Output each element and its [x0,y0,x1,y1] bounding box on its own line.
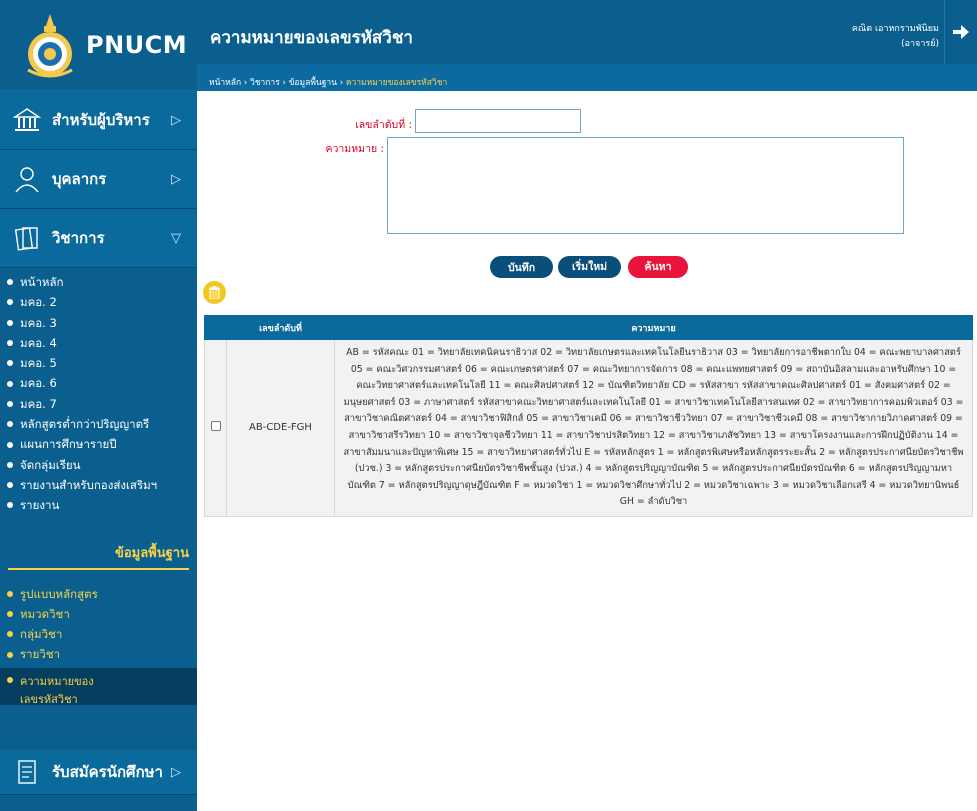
app-root: PNUCM สำหรับผู้บริหาร ▷ บุคลากร ▷ วิชากา… [0,0,977,811]
sidebar-item-subject-group[interactable]: กลุ่มวิชา [0,624,197,644]
sidebar-data-heading: ข้อมูลพื้นฐาน [114,545,189,561]
bullet-icon [7,400,13,407]
breadcrumb-separator: › [243,78,248,88]
sidebar-item-mko3[interactable]: มคอ. 3 [0,313,197,333]
meaning-textarea[interactable] [387,137,904,234]
sidebar-item-report[interactable]: รายงาน [0,495,197,515]
bullet-icon [7,482,13,489]
breadcrumb-basic-data[interactable]: ข้อมูลพื้นฐาน [289,78,337,88]
bullet-icon [7,441,13,448]
save-button[interactable]: บันทึก [490,256,553,278]
sidebar-item-sub-bachelor[interactable]: หลักสูตรต่ำกว่าปริญญาตรี [0,414,197,434]
sidebar-section-label: บุคลากร [52,170,107,188]
table-row[interactable]: AB-CDE-FGH AB = รหัสคณะ 01 = วิทยาลัยเทค… [204,339,973,517]
top-header: ความหมายของเลขรหัสวิชา คณิต เอาหกรามพันิ… [197,0,977,64]
bullet-icon [7,380,13,387]
code-meaning-table: เลขลำดับที่ ความหมาย AB-CDE-FGH AB = รหั… [204,315,973,517]
delete-button[interactable] [203,281,226,304]
sidebar-item-promotion-report[interactable]: รายงานสำหรับกองส่งเสริมฯ [0,475,197,495]
table-header-row: เลขลำดับที่ ความหมาย [204,315,973,340]
breadcrumb: หน้าหลัก › วิชาการ › ข้อมูลพื้นฐาน › ควา… [197,64,977,91]
id-input[interactable] [415,109,581,133]
bullet-icon [7,421,13,428]
bullet-icon [7,611,13,617]
sidebar-item-mko4[interactable]: มคอ. 4 [0,333,197,353]
sidebar-item-mko6[interactable]: มคอ. 6 [0,373,197,393]
sidebar-section-academic[interactable]: วิชาการ ▽ [0,209,197,268]
logout-icon [953,25,969,39]
page-title: ความหมายของเลขรหัสวิชา [210,28,413,48]
logout-button[interactable] [944,0,977,64]
trash-icon [209,286,220,299]
books-icon [14,227,38,251]
sidebar-item-class-group[interactable]: จัดกลุ่มเรียน [0,455,197,475]
chevron-right-icon: ▷ [171,171,181,187]
column-header-id[interactable]: เลขลำดับที่ [226,315,335,340]
user-info[interactable]: คณิต เอาหกรามพันิยม (อาจารย์) [852,22,939,52]
user-name: คณิต เอาหกรามพันิยม [851,24,939,34]
bullet-icon [7,631,13,638]
sidebar-section-personnel[interactable]: บุคลากร ▷ [0,150,197,209]
bullet-icon [7,360,13,367]
data-submenu: รูปแบบหลักสูตร หมวดวิชา กลุ่มวิชา รายวิช… [0,570,197,706]
column-header-meaning[interactable]: ความหมาย [334,315,973,340]
sidebar-item-mko5[interactable]: มคอ. 5 [0,353,197,373]
sidebar-item-study-plan[interactable]: แผนการศึกษารายปี [0,434,197,454]
sidebar-section-registration[interactable]: รับสมัครนักศึกษา ▷ [0,750,197,795]
bank-icon [12,108,42,131]
chevron-right-icon: ▷ [171,764,181,780]
person-icon [15,167,39,193]
bullet-icon [7,461,13,468]
bullet-icon [7,340,13,347]
breadcrumb-separator: › [282,78,286,88]
bullet-icon [7,502,13,509]
bullet-icon [7,299,13,306]
sidebar-item-home[interactable]: หน้าหลัก [0,272,197,292]
logo-area[interactable]: PNUCM [0,0,197,91]
row-checkbox[interactable] [210,421,221,432]
sidebar-section-label: รับสมัครนักศึกษา [52,763,163,781]
breadcrumb-academic[interactable]: วิชาการ [250,78,280,88]
column-header-select [204,315,227,340]
id-label: เลขลำดับที่ : [355,119,412,131]
row-meaning-cell: AB = รหัสคณะ 01 = วิทยาลัยเทคนิคนราธิวาส… [334,339,973,517]
reset-button[interactable]: เริ่มใหม่ [558,256,621,278]
sidebar-section-executive[interactable]: สำหรับผู้บริหาร ▷ [0,91,197,150]
bullet-icon [7,279,13,286]
register-icon [18,760,36,784]
breadcrumb-separator: › [339,78,344,88]
user-role: (อาจารย์) [901,39,939,49]
bullet-icon [7,590,13,597]
bullet-icon [7,319,13,326]
sidebar-item-curriculum-format[interactable]: รูปแบบหลักสูตร [0,584,197,604]
bullet-icon [7,676,13,683]
emblem-logo-icon [22,12,78,78]
sidebar-item-mko7[interactable]: มคอ. 7 [0,394,197,414]
bullet-icon [7,651,13,658]
sidebar: PNUCM สำหรับผู้บริหาร ▷ บุคลากร ▷ วิชากา… [0,0,197,811]
sidebar-item-subject-category[interactable]: หมวดวิชา [0,604,197,624]
sidebar-item-mko2[interactable]: มคอ. 2 [0,292,197,312]
chevron-right-icon: ▷ [171,112,181,128]
row-select-cell [204,339,227,517]
search-button[interactable]: ค้นหา [628,256,688,278]
chevron-down-icon: ▽ [171,230,181,246]
logo-text: PNUCM [86,31,188,59]
meaning-label: ความหมาย : [325,143,384,155]
breadcrumb-home[interactable]: หน้าหลัก [209,78,241,88]
sidebar-section-label: สำหรับผู้บริหาร [52,111,150,129]
breadcrumb-current: ความหมายของเลขรหัสวิชา [345,78,448,88]
sidebar-item-course[interactable]: รายวิชา [0,644,197,664]
academic-submenu: หน้าหลัก มคอ. 2 มคอ. 3 มคอ. 4 มคอ. 5 มคอ… [0,268,197,516]
sidebar-item-code-meaning[interactable]: ความหมายของ เลขรหัสวิชา [0,667,197,706]
sidebar-section-label: วิชาการ [52,229,105,247]
row-code-cell: AB-CDE-FGH [226,339,335,517]
